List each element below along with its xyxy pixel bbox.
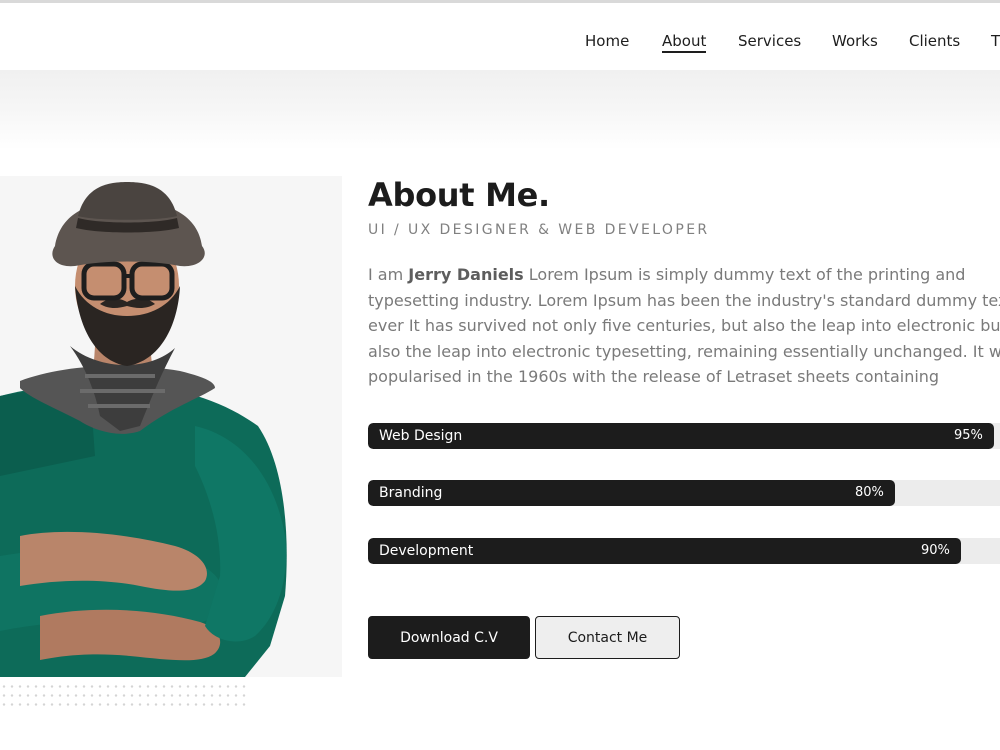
paragraph-line-3: ever It has survived not only five centu…	[368, 316, 1000, 336]
skill-fill	[368, 480, 895, 506]
role-subtitle: UI / UX DESIGNER & WEB DEVELOPER	[368, 222, 710, 238]
profile-photo	[0, 176, 342, 677]
header-band	[0, 70, 1000, 150]
paragraph-line-4: also the leap into electronic typesettin…	[368, 341, 1000, 361]
paragraph-line-1: I am Jerry Daniels Lorem Ipsum is simply…	[368, 262, 1000, 288]
skill-label: Development	[379, 543, 474, 559]
download-cv-button[interactable]: Download C.V	[368, 616, 530, 659]
nav-item-clients[interactable]: Clients	[909, 32, 960, 50]
skill-bar-development: Development 90%	[368, 538, 1000, 564]
portrait-illustration	[0, 182, 287, 677]
nav-item-home[interactable]: Home	[585, 32, 629, 50]
skill-percent: 80%	[855, 485, 884, 500]
main-nav: Home About Services Works Clients T	[0, 32, 1000, 56]
paragraph-line-2: typesetting industry. Lorem Ipsum has be…	[368, 290, 1000, 310]
nav-item-works[interactable]: Works	[832, 32, 878, 50]
skill-percent: 95%	[954, 428, 983, 443]
skill-label: Branding	[379, 485, 443, 501]
about-paragraph: I am Jerry Daniels Lorem Ipsum is simply…	[368, 262, 1000, 390]
nav-item-services[interactable]: Services	[738, 32, 801, 50]
skill-bar-branding: Branding 80%	[368, 480, 1000, 506]
navbar: Home About Services Works Clients T	[0, 3, 1000, 70]
intro-prefix: I am	[368, 265, 409, 284]
nav-item-about[interactable]: About	[662, 32, 707, 53]
skill-percent: 90%	[921, 543, 950, 558]
skill-label: Web Design	[379, 428, 463, 444]
intro-line1-rest: Lorem Ipsum is simply dummy text of the …	[523, 265, 966, 284]
nav-item-truncated[interactable]: T	[991, 32, 1000, 50]
decorative-dot-grid	[0, 682, 250, 708]
paragraph-line-5: popularised in the 1960s with the releas…	[368, 367, 940, 387]
person-name: Jerry Daniels	[408, 265, 524, 284]
skill-bar-web-design: Web Design 95%	[368, 423, 1000, 449]
page-title: About Me.	[368, 176, 550, 214]
contact-me-button[interactable]: Contact Me	[535, 616, 680, 659]
